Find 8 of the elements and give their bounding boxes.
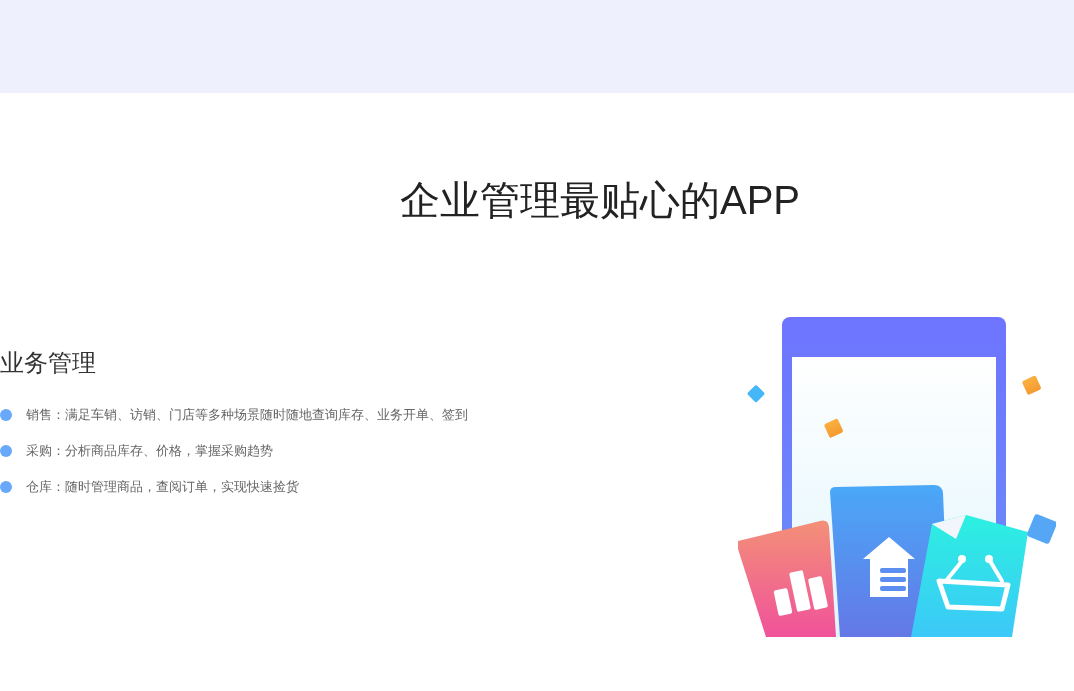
bullet-dot-icon: [0, 408, 12, 421]
feature-text: 仓库：随时管理商品，查阅订单，实现快速捡货: [26, 478, 299, 496]
bullet-dot-icon: [0, 444, 12, 457]
page-title: 企业管理最贴心的APP: [398, 177, 801, 224]
feature-text: 采购：分析商品库存、价格，掌握采购趋势: [26, 442, 273, 460]
bullet-dot-icon: [0, 480, 12, 493]
feature-text: 销售：满足车销、访销、门店等多种场景随时随地查询库存、业务开单、签到: [26, 406, 468, 424]
section-heading: 业务管理: [0, 348, 97, 379]
